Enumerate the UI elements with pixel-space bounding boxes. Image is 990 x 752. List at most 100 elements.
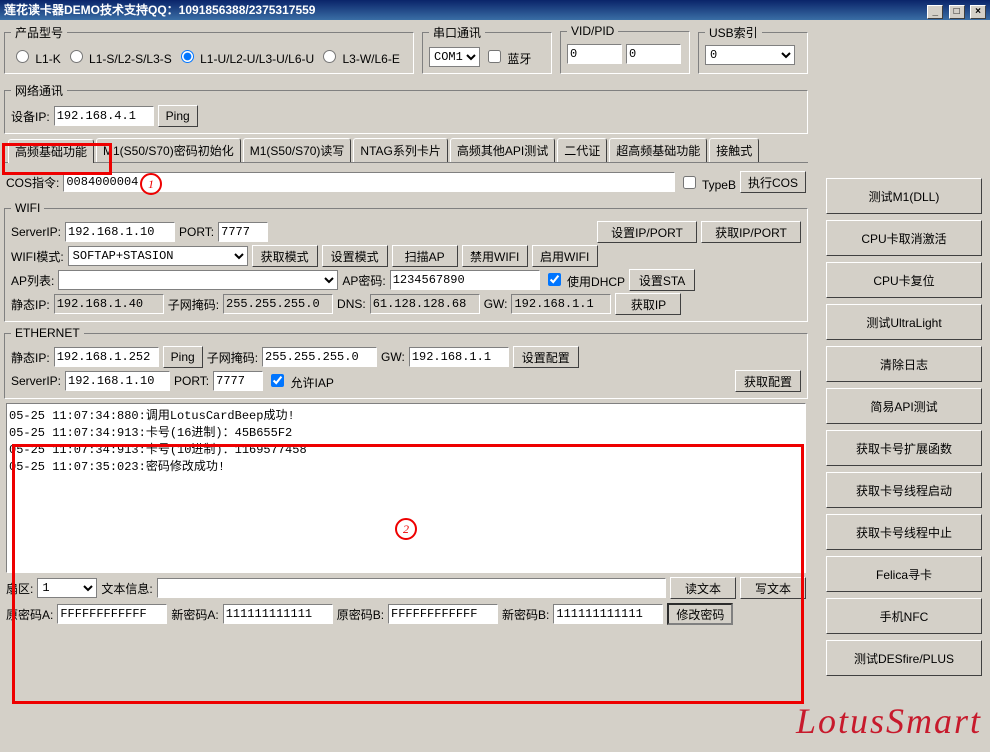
side-btn-3[interactable]: 测试UltraLight (826, 304, 982, 340)
side-btn-10[interactable]: 手机NFC (826, 598, 982, 634)
typeb-check[interactable]: TypeB (679, 173, 736, 192)
old-pwd-a-label: 原密码A: (6, 606, 53, 623)
write-text-button[interactable]: 写文本 (740, 577, 806, 599)
get-ip-port-button[interactable]: 获取IP/PORT (701, 221, 801, 243)
side-btn-4[interactable]: 清除日志 (826, 346, 982, 382)
disable-wifi-button[interactable]: 禁用WIFI (462, 245, 528, 267)
window-controls: _ □ × (925, 0, 986, 20)
log-output[interactable]: 05-25 11:07:34:880:调用LotusCardBeep成功! 05… (6, 403, 806, 573)
radio-l3w[interactable]: L3-W/L6-E (318, 47, 400, 66)
new-pwd-a-input[interactable] (223, 604, 333, 624)
radio-l1u[interactable]: L1-U/L2-U/L3-U/L6-U (176, 47, 314, 66)
wifi-port-input[interactable] (218, 222, 268, 242)
vid-input[interactable] (567, 44, 622, 64)
sector-select[interactable]: 1 (37, 578, 97, 598)
side-btn-2[interactable]: CPU卡复位 (826, 262, 982, 298)
cos-cmd-input[interactable] (63, 172, 675, 192)
usb-index-select[interactable]: 0 (705, 45, 795, 65)
wifi-mode-select[interactable]: SOFTAP+STASION (68, 246, 248, 266)
scan-ap-button[interactable]: 扫描AP (392, 245, 458, 267)
eth-gw-input[interactable] (409, 347, 509, 367)
get-ip-button[interactable]: 获取IP (615, 293, 681, 315)
tab-3[interactable]: NTAG系列卡片 (353, 138, 447, 162)
sector-label: 扇区: (6, 580, 33, 597)
wifi-mask-label: 子网掩码: (168, 296, 219, 313)
minimize-icon[interactable]: _ (927, 5, 943, 19)
eth-sip-input[interactable] (54, 347, 159, 367)
get-config-button[interactable]: 获取配置 (735, 370, 801, 392)
change-pwd-button[interactable]: 修改密码 (667, 603, 733, 625)
side-btn-5[interactable]: 简易API测试 (826, 388, 982, 424)
enable-wifi-button[interactable]: 启用WIFI (532, 245, 598, 267)
pid-input[interactable] (626, 44, 681, 64)
close-icon[interactable]: × (970, 5, 986, 19)
com-port-select[interactable]: COM1 (429, 47, 480, 67)
get-mode-button[interactable]: 获取模式 (252, 245, 318, 267)
usb-legend: USB索引 (705, 24, 762, 41)
read-text-button[interactable]: 读文本 (670, 577, 736, 599)
vidpid-group: VID/PID (560, 24, 690, 74)
network-group: 网络通讯 设备IP: Ping (4, 82, 808, 134)
allow-iap-check[interactable]: 允许IAP (267, 371, 334, 391)
ping-button[interactable]: Ping (158, 105, 198, 127)
wifi-dns-input[interactable] (370, 294, 480, 314)
tab-7[interactable]: 接触式 (709, 138, 759, 162)
dhcp-check[interactable]: 使用DHCP (544, 270, 625, 290)
side-btn-8[interactable]: 获取卡号线程中止 (826, 514, 982, 550)
ap-pwd-input[interactable] (390, 270, 540, 290)
side-btn-6[interactable]: 获取卡号扩展函数 (826, 430, 982, 466)
watermark: LotusSmart (796, 700, 982, 742)
radio-l1s[interactable]: L1-S/L2-S/L3-S (65, 47, 172, 66)
wifi-gw-label: GW: (484, 297, 508, 311)
wifi-srvip-input[interactable] (65, 222, 175, 242)
device-ip-input[interactable] (54, 106, 154, 126)
titlebar: 莲花读卡器DEMO技术支持QQ：1091856388/2375317559 _ … (0, 0, 990, 20)
side-btn-11[interactable]: 测试DESfire/PLUS (826, 640, 982, 676)
set-mode-button[interactable]: 设置模式 (322, 245, 388, 267)
wifi-mode-label: WIFI模式: (11, 248, 64, 265)
set-config-button[interactable]: 设置配置 (513, 346, 579, 368)
side-btn-0[interactable]: 测试M1(DLL) (826, 178, 982, 214)
maximize-icon[interactable]: □ (949, 5, 965, 19)
wifi-sip-input[interactable] (54, 294, 164, 314)
bluetooth-check[interactable]: 蓝牙 (484, 47, 531, 67)
ethernet-group: ETHERNET 静态IP: Ping 子网掩码: GW: 设置配置 Serve… (4, 326, 808, 399)
eth-mask-input[interactable] (262, 347, 377, 367)
sidebar: 测试M1(DLL) CPU卡取消激活 CPU卡复位测试UltraLight 清除日志简… (826, 178, 984, 682)
set-sta-button[interactable]: 设置STA (629, 269, 695, 291)
serial-legend: 串口通讯 (429, 24, 485, 41)
serial-group: 串口通讯 COM1 蓝牙 (422, 24, 552, 74)
side-btn-7[interactable]: 获取卡号线程启动 (826, 472, 982, 508)
wifi-group: WIFI ServerIP: PORT: 设置IP/PORT 获取IP/PORT… (4, 201, 808, 322)
tab-4[interactable]: 高频其他API测试 (450, 138, 555, 162)
tab-2[interactable]: M1(S50/S70)读写 (243, 138, 352, 162)
text-info-input[interactable] (157, 578, 666, 598)
wifi-port-label: PORT: (179, 225, 214, 239)
tab-5[interactable]: 二代证 (557, 138, 607, 162)
eth-srvip-input[interactable] (65, 371, 170, 391)
wifi-srvip-label: ServerIP: (11, 225, 61, 239)
tabs-bar: 高频基础功能M1(S50/S70)密码初始化M1(S50/S70)读写NTAG系… (4, 138, 808, 163)
old-pwd-a-input[interactable] (57, 604, 167, 624)
tab-6[interactable]: 超高频基础功能 (609, 138, 707, 162)
side-btn-9[interactable]: Felica寻卡 (826, 556, 982, 592)
ap-pwd-label: AP密码: (342, 272, 385, 289)
ap-list-select[interactable] (58, 270, 338, 290)
set-ip-port-button[interactable]: 设置IP/PORT (597, 221, 697, 243)
new-pwd-b-input[interactable] (553, 604, 663, 624)
eth-port-input[interactable] (213, 371, 263, 391)
wifi-mask-input[interactable] (223, 294, 333, 314)
tab-0[interactable]: 高频基础功能 (8, 139, 94, 163)
old-pwd-b-input[interactable] (388, 604, 498, 624)
tab-1[interactable]: M1(S50/S70)密码初始化 (96, 138, 241, 162)
wifi-gw-input[interactable] (511, 294, 611, 314)
radio-l1k[interactable]: L1-K (11, 47, 61, 66)
product-model-legend: 产品型号 (11, 24, 67, 41)
vidpid-legend: VID/PID (567, 24, 618, 38)
new-pwd-b-label: 新密码B: (502, 606, 549, 623)
new-pwd-a-label: 新密码A: (171, 606, 218, 623)
exec-cos-button[interactable]: 执行COS (740, 171, 806, 193)
side-btn-1[interactable]: CPU卡取消激活 (826, 220, 982, 256)
eth-ping-button[interactable]: Ping (163, 346, 203, 368)
eth-gw-label: GW: (381, 350, 405, 364)
